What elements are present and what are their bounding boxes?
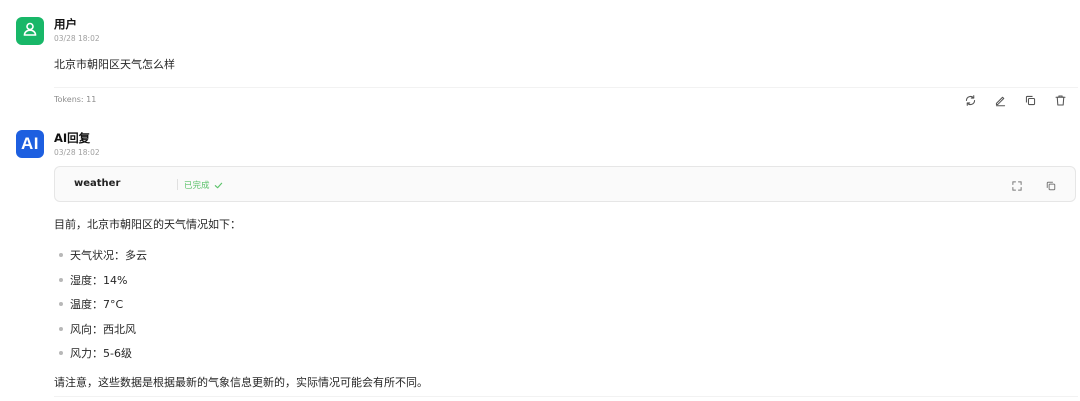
tool-name: weather bbox=[74, 178, 121, 189]
list-item: 湿度：14% bbox=[58, 272, 147, 297]
list-item-text: 温度：7°C bbox=[70, 298, 124, 311]
ai-message: AI AI回复 03/28 18:02 weather 已完成 目前，北京市朝阳… bbox=[0, 0, 1080, 401]
list-item-text: 风向：西北风 bbox=[70, 322, 136, 336]
expand-button[interactable] bbox=[1009, 178, 1025, 194]
ai-divider bbox=[54, 396, 1078, 397]
ai-timestamp: 03/28 18:02 bbox=[54, 148, 100, 157]
list-item: 风向：西北风 bbox=[58, 321, 147, 346]
bullet bbox=[59, 326, 63, 331]
list-item-text: 天气状况：多云 bbox=[70, 249, 147, 262]
tool-copy-button[interactable] bbox=[1043, 178, 1059, 194]
list-item-text: 风力：5-6级 bbox=[70, 347, 132, 360]
list-item-text: 湿度：14% bbox=[70, 273, 128, 287]
list-item: 风力：5-6级 bbox=[58, 345, 147, 370]
ai-avatar-label: AI bbox=[21, 134, 39, 153]
copy-icon bbox=[1045, 177, 1057, 196]
weather-list: 天气状况：多云 湿度：14% 温度：7°C 风向：西北风 风力：5-6级 bbox=[58, 247, 147, 370]
expand-icon bbox=[1011, 177, 1023, 196]
tool-status: 已完成 bbox=[184, 179, 223, 191]
bullet bbox=[59, 351, 63, 355]
tool-separator bbox=[177, 179, 178, 190]
bullet bbox=[59, 302, 63, 306]
ai-sender-name: AI回复 bbox=[54, 131, 91, 145]
list-item: 天气状况：多云 bbox=[58, 247, 147, 272]
tool-actions bbox=[1009, 178, 1059, 194]
tool-call-card[interactable]: weather 已完成 bbox=[54, 166, 1076, 202]
ai-note-text: 请注意，这些数据是根据最新的气象信息更新的，实际情况可能会有所不同。 bbox=[54, 376, 428, 389]
check-icon bbox=[214, 181, 223, 190]
bullet bbox=[59, 277, 63, 282]
list-item: 温度：7°C bbox=[58, 296, 147, 321]
bullet bbox=[59, 253, 63, 257]
ai-intro-text: 目前，北京市朝阳区的天气情况如下： bbox=[54, 218, 241, 231]
chat-page: 用户 03/28 18:02 北京市朝阳区天气怎么样 Tokens: 11 AI… bbox=[0, 0, 1080, 401]
ai-avatar: AI bbox=[16, 130, 44, 158]
tool-status-label: 已完成 bbox=[184, 181, 210, 191]
